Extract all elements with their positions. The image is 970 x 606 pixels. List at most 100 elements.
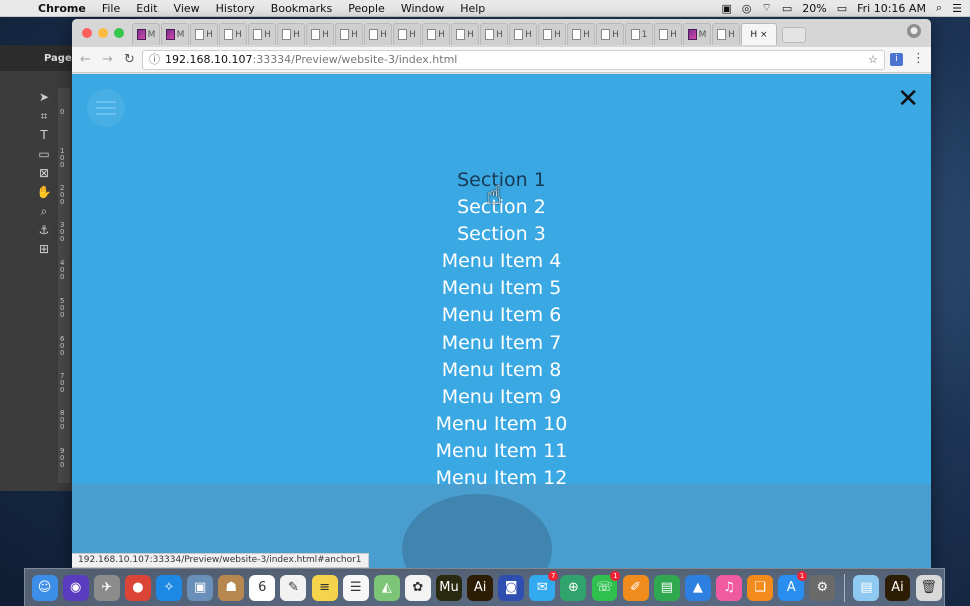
menu-link-item-11[interactable]: Menu Item 11 (72, 438, 931, 465)
app-store-dock-icon[interactable]: A1 (778, 570, 808, 601)
calendar-dock-icon[interactable]: 6 (249, 574, 276, 601)
browser-tab[interactable]: H (422, 23, 450, 45)
browser-tab[interactable]: M (161, 23, 189, 45)
rectangle-tool-icon[interactable]: ▭ (38, 145, 49, 164)
facetime-dock-icon[interactable]: ☏ 1 (591, 570, 621, 601)
photo-booth-dock-icon[interactable]: ◙ (498, 574, 525, 601)
menu-view[interactable]: View (166, 2, 208, 15)
finder-dock-icon[interactable]: ☺ (31, 574, 58, 601)
browser-tab[interactable]: H (480, 23, 508, 45)
browser-tab[interactable]: H (393, 23, 421, 45)
numbers-dock-icon[interactable]: ▤ (653, 574, 680, 601)
menu-link-item-10[interactable]: Menu Item 10 (72, 411, 931, 438)
contacts-dock-icon[interactable]: ☗ (218, 574, 245, 601)
new-tab-button[interactable] (782, 27, 806, 43)
text-tool-icon[interactable]: T (40, 126, 47, 145)
close-menu-icon[interactable]: ✕ (897, 84, 919, 114)
extension-icon[interactable]: i (890, 53, 903, 66)
back-button[interactable]: ← (80, 52, 91, 67)
browser-tab[interactable]: H (219, 23, 247, 45)
bookmark-star-icon[interactable]: ☆ (868, 51, 878, 69)
browser-tab[interactable]: H (596, 23, 624, 45)
chrome-dock-icon[interactable]: ● (124, 574, 151, 601)
crop-tool-icon[interactable]: ⌗ (41, 107, 48, 126)
menu-link-item-6[interactable]: Menu Item 6 (72, 302, 931, 329)
launchpad-dock-icon[interactable]: ✈ (93, 574, 120, 601)
close-window-button[interactable] (82, 28, 92, 38)
creative-cloud-icon[interactable]: ◎ (742, 2, 752, 15)
browser-tab[interactable]: H (190, 23, 218, 45)
illustrator-dock-icon[interactable]: Ai (467, 574, 494, 601)
ibooks-dock-icon[interactable]: ❑ (747, 574, 774, 601)
chrome-menu-icon[interactable]: ⋮ (912, 51, 925, 66)
menu-link-item-8[interactable]: Menu Item 8 (72, 357, 931, 384)
textedit-dock-icon[interactable]: ✎ (280, 574, 307, 601)
menu-file[interactable]: File (94, 2, 128, 15)
browser-tab[interactable]: M (683, 23, 711, 45)
hamburger-menu-icon[interactable] (87, 89, 125, 127)
photos-dock-icon[interactable]: ✿ (404, 574, 431, 601)
select-tool-icon[interactable]: ➤ (39, 88, 49, 107)
active-tab[interactable]: H × (741, 23, 777, 45)
safari-dock-icon[interactable]: ✧ (156, 574, 182, 601)
site-info-icon[interactable]: ⓘ (149, 51, 160, 69)
menu-link-item-9[interactable]: Menu Item 9 (72, 384, 931, 411)
menu-edit[interactable]: Edit (128, 2, 165, 15)
maximize-window-button[interactable] (114, 28, 124, 38)
browser-tab[interactable]: H (277, 23, 305, 45)
menu-help[interactable]: Help (452, 2, 493, 15)
browser-tab[interactable]: H (538, 23, 566, 45)
preview-dock-icon[interactable]: ▣ (187, 574, 214, 601)
browser-tab[interactable]: H (364, 23, 392, 45)
maps-dock-icon[interactable]: ◭ (373, 574, 400, 601)
reminders-dock-icon[interactable]: ☰ (342, 574, 369, 601)
browser-tab[interactable]: H (654, 23, 682, 45)
trash-dock-icon[interactable]: 🗑 (915, 574, 942, 601)
keynote-dock-icon[interactable]: ▲ (684, 574, 711, 601)
frame-tool-icon[interactable]: ⊠ (39, 164, 49, 183)
hand-tool-icon[interactable]: ✋ (37, 183, 52, 202)
pages-dock-icon[interactable]: ✐ (622, 574, 649, 601)
reload-button[interactable]: ↻ (124, 52, 135, 67)
muse-dock-icon[interactable]: Mu (436, 574, 462, 601)
screen-share-icon[interactable]: ▣ (722, 2, 732, 15)
notes-dock-icon[interactable]: ≡ (311, 574, 338, 601)
system-preferences-dock-icon[interactable]: ⚙ (809, 574, 836, 601)
menu-link-item-4[interactable]: Menu Item 4 (72, 248, 931, 275)
notification-center-icon[interactable]: ☰ (952, 2, 962, 15)
battery-percent[interactable]: 20% (802, 2, 826, 15)
profile-icon[interactable]: ● (907, 24, 921, 38)
minimize-window-button[interactable] (98, 28, 108, 38)
forward-button[interactable]: → (102, 52, 113, 67)
browser-tab[interactable]: H (306, 23, 334, 45)
spotlight-icon[interactable]: ⌕ (936, 1, 942, 15)
messages-dock-icon[interactable]: ✉ 7 (529, 570, 559, 601)
browser-tab[interactable]: H (712, 23, 740, 45)
browser-tab[interactable]: H (451, 23, 479, 45)
app-menu[interactable]: Chrome (30, 2, 94, 15)
menu-link-item-12[interactable]: Menu Item 12 (72, 465, 931, 492)
wifi-icon[interactable]: ⌔ (762, 1, 772, 15)
zoom-tool-icon[interactable]: ⌕ (41, 202, 48, 221)
browser-dock-icon[interactable]: ⊕ (560, 574, 587, 601)
menu-people[interactable]: People (340, 2, 393, 15)
clock[interactable]: Fri 10:16 AM (857, 2, 926, 15)
menu-history[interactable]: History (208, 2, 263, 15)
anchor-tool-icon[interactable]: ⚓ (39, 221, 50, 240)
menu-link-section-3[interactable]: Section 3 (72, 221, 931, 248)
address-bar[interactable]: ⓘ 192.168.10.107:33334/Preview/website-3… (142, 50, 885, 70)
browser-tab[interactable]: H (335, 23, 363, 45)
browser-tab[interactable]: H (248, 23, 276, 45)
browser-tab[interactable]: H (567, 23, 595, 45)
menu-window[interactable]: Window (393, 2, 452, 15)
browser-tab[interactable]: H (509, 23, 537, 45)
menu-link-item-7[interactable]: Menu Item 7 (72, 330, 931, 357)
menu-bookmarks[interactable]: Bookmarks (263, 2, 340, 15)
downloads-folder-dock-icon[interactable]: ▤ (853, 574, 880, 601)
battery-icon[interactable]: ▭ (837, 2, 847, 15)
illustrator-doc-dock-icon[interactable]: Ai (884, 574, 911, 601)
airplay-icon[interactable]: ▭ (782, 2, 792, 15)
browser-tab[interactable]: 1 (625, 23, 653, 45)
itunes-dock-icon[interactable]: ♫ (716, 574, 742, 601)
browser-tab[interactable]: M (132, 23, 160, 45)
